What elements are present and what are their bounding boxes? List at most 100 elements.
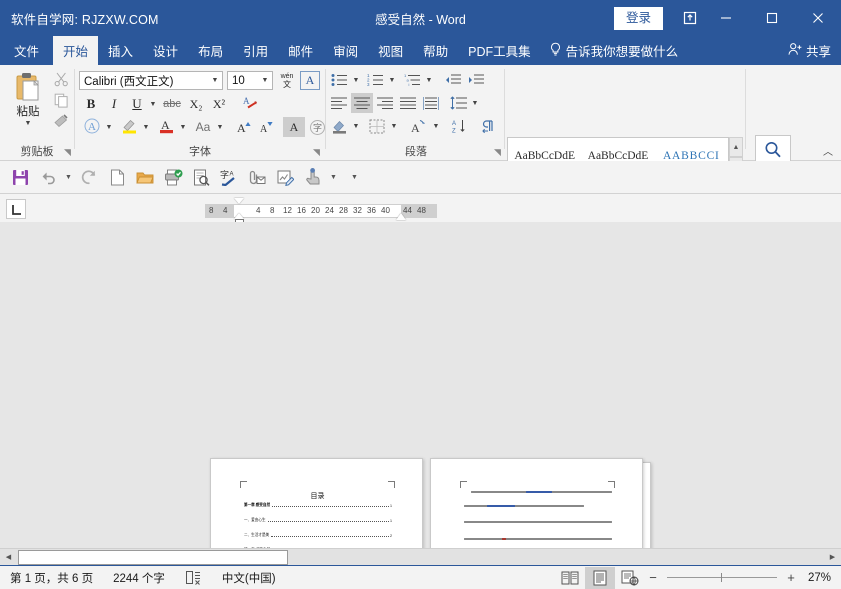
new-document-icon[interactable] xyxy=(103,164,131,190)
shading-button[interactable] xyxy=(328,116,350,136)
first-line-indent-marker[interactable] xyxy=(234,198,244,204)
page-indicator[interactable]: 第 1 页，共 6 页 xyxy=(0,570,103,586)
customize-qat-icon[interactable]: ▼ xyxy=(348,164,361,190)
ribbon-display-options-icon[interactable] xyxy=(677,0,703,36)
asian-layout-button[interactable]: A xyxy=(406,116,430,136)
font-color-dropdown-icon[interactable]: ▼ xyxy=(177,117,189,137)
toc-entry[interactable]: 二、生活才是美2 xyxy=(244,532,392,538)
distribute-button[interactable] xyxy=(420,93,442,113)
open-folder-icon[interactable] xyxy=(131,164,159,190)
print-preview-icon[interactable] xyxy=(187,164,215,190)
justify-button[interactable] xyxy=(397,93,419,113)
collapse-ribbon-icon[interactable]: ︿ xyxy=(823,143,833,158)
tab-insert[interactable]: 插入 xyxy=(98,36,143,65)
scroll-left-arrow-icon[interactable]: ◀ xyxy=(0,549,17,565)
shading-dropdown-icon[interactable]: ▼ xyxy=(350,116,362,136)
show-paragraph-marks-button[interactable] xyxy=(476,116,498,136)
multilevel-list-button[interactable]: 1ai xyxy=(401,70,423,90)
shrink-font-button[interactable]: A xyxy=(255,117,277,137)
borders-button[interactable] xyxy=(366,116,388,136)
zoom-out-button[interactable]: − xyxy=(645,570,661,585)
grow-font-button[interactable]: A xyxy=(233,117,255,137)
styles-scroll-up-icon[interactable]: ▲ xyxy=(729,137,743,157)
phonetic-guide-icon[interactable]: wén文 xyxy=(277,71,297,90)
tab-review[interactable]: 审阅 xyxy=(323,36,368,65)
format-painter-button[interactable] xyxy=(50,113,72,133)
tab-pdf-toolkit[interactable]: PDF工具集 xyxy=(458,36,541,65)
scroll-right-arrow-icon[interactable]: ▶ xyxy=(824,549,841,565)
clipboard-dialog-launcher[interactable]: ◥ xyxy=(62,147,73,158)
word-count[interactable]: 2244 个字 xyxy=(103,570,175,586)
save-icon[interactable] xyxy=(6,164,34,190)
maximize-icon[interactable] xyxy=(749,0,795,36)
toc-entry[interactable]: 第一章 感受自然1 xyxy=(244,502,392,508)
right-indent-marker[interactable] xyxy=(396,213,406,220)
increase-indent-button[interactable] xyxy=(465,70,487,90)
text-effects-button[interactable]: A xyxy=(81,117,103,137)
text-effects-dropdown-icon[interactable]: ▼ xyxy=(103,117,115,137)
undo-icon[interactable] xyxy=(34,164,62,190)
align-right-button[interactable] xyxy=(374,93,396,113)
change-case-dropdown-icon[interactable]: ▼ xyxy=(214,117,226,137)
align-center-button[interactable] xyxy=(351,93,373,113)
multilevel-dropdown-icon[interactable]: ▼ xyxy=(423,70,435,90)
edit-chart-icon[interactable] xyxy=(271,164,299,190)
sort-button[interactable]: AZ xyxy=(448,116,470,136)
zoom-slider[interactable] xyxy=(667,567,777,589)
character-shading-button[interactable]: A xyxy=(283,117,305,137)
tab-help[interactable]: 帮助 xyxy=(413,36,458,65)
line-spacing-button[interactable] xyxy=(447,93,469,113)
zoom-level[interactable]: 27% xyxy=(799,572,841,584)
borders-dropdown-icon[interactable]: ▼ xyxy=(388,116,400,136)
strikethrough-button[interactable]: abc xyxy=(161,94,183,114)
tab-layout[interactable]: 布局 xyxy=(188,36,233,65)
close-icon[interactable] xyxy=(795,0,841,36)
zoom-in-button[interactable]: + xyxy=(783,570,799,585)
tab-home[interactable]: 开始 xyxy=(53,36,98,65)
print-layout-view-icon[interactable] xyxy=(585,567,615,589)
chevron-down-icon[interactable]: ▼ xyxy=(25,120,32,127)
paste-button[interactable]: 粘贴 ▼ xyxy=(6,69,50,137)
minimize-icon[interactable] xyxy=(703,0,749,36)
decrease-indent-button[interactable] xyxy=(442,70,464,90)
font-name-combo[interactable]: Calibri (西文正文) ▼ xyxy=(79,71,223,90)
subscript-button[interactable]: X₂ xyxy=(185,94,207,114)
read-mode-icon[interactable] xyxy=(555,567,585,589)
chevron-down-icon[interactable]: ▼ xyxy=(258,77,272,84)
share-button[interactable]: 共享 xyxy=(782,36,841,65)
tab-view[interactable]: 视图 xyxy=(368,36,413,65)
chevron-down-icon[interactable]: ▼ xyxy=(208,77,222,84)
line-spacing-dropdown-icon[interactable]: ▼ xyxy=(469,93,481,113)
font-color-button[interactable]: A xyxy=(155,117,177,137)
character-border-icon[interactable]: A xyxy=(300,71,320,90)
redo-icon[interactable] xyxy=(75,164,103,190)
underline-dropdown-icon[interactable]: ▼ xyxy=(147,94,159,114)
numbered-list-button[interactable]: 123 xyxy=(364,70,386,90)
highlight-dropdown-icon[interactable]: ▼ xyxy=(140,117,152,137)
document-canvas[interactable]: 目录 第一章 感受自然1 一、爱由心生1 二、生活才是美2 第二章 感受自然3 … xyxy=(0,222,841,548)
underline-button[interactable]: U xyxy=(127,94,147,114)
change-case-button[interactable]: Aa xyxy=(191,117,215,137)
spelling-check-icon[interactable]: 字A xyxy=(215,164,243,190)
bullets-dropdown-icon[interactable]: ▼ xyxy=(350,70,362,90)
left-tab-stop-icon[interactable] xyxy=(6,199,26,219)
tab-references[interactable]: 引用 xyxy=(233,36,278,65)
toc-entry[interactable]: 一、爱由心生1 xyxy=(244,517,392,523)
undo-dropdown-icon[interactable]: ▼ xyxy=(62,164,75,190)
tab-mailings[interactable]: 邮件 xyxy=(278,36,323,65)
print-icon[interactable] xyxy=(159,164,187,190)
paragraph-dialog-launcher[interactable]: ◥ xyxy=(492,147,503,158)
align-left-button[interactable] xyxy=(328,93,350,113)
touch-mode-dropdown-icon[interactable]: ▼ xyxy=(327,164,340,190)
attachment-email-icon[interactable] xyxy=(243,164,271,190)
language-indicator[interactable]: 中文(中国) xyxy=(212,570,286,586)
cut-button[interactable] xyxy=(50,71,72,91)
superscript-button[interactable]: X² xyxy=(208,94,230,114)
font-size-combo[interactable]: 10 ▼ xyxy=(227,71,273,90)
tab-file[interactable]: 文件 xyxy=(0,36,53,65)
copy-button[interactable] xyxy=(50,92,72,112)
highlight-color-button[interactable] xyxy=(118,117,140,137)
font-dialog-launcher[interactable]: ◥ xyxy=(311,147,322,158)
proofing-errors-icon[interactable] xyxy=(175,570,212,585)
tab-design[interactable]: 设计 xyxy=(143,36,188,65)
